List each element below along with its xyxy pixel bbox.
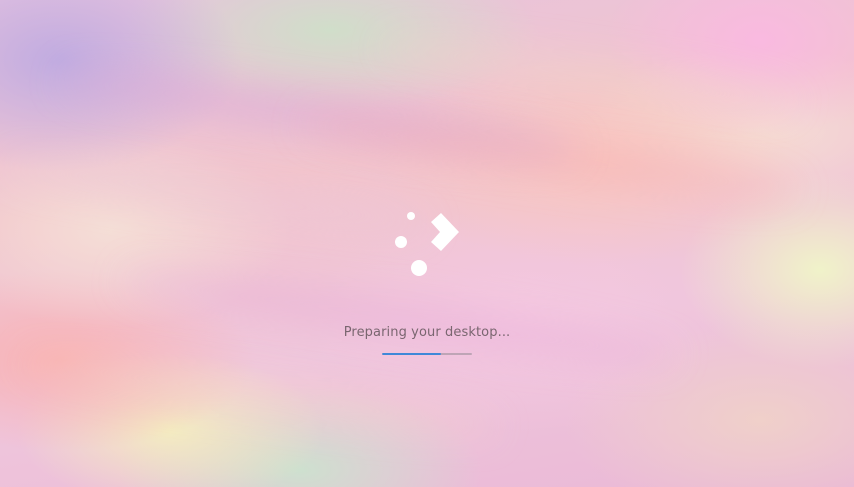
loading-splash: Preparing your desktop... — [0, 0, 854, 487]
loading-progress-fill — [382, 353, 442, 355]
loading-progress-bar — [382, 353, 472, 355]
launcher-logo-icon — [395, 212, 459, 276]
loading-status-text: Preparing your desktop... — [343, 325, 511, 340]
